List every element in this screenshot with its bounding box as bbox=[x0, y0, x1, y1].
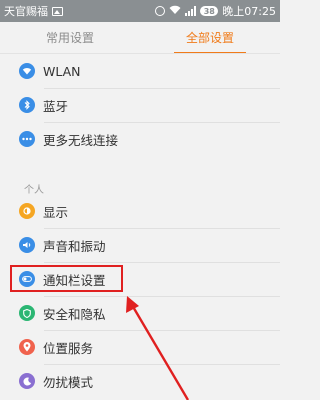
tab-common-settings[interactable]: 常用设置 bbox=[0, 22, 140, 54]
settings-item-bluetooth[interactable]: 蓝牙 bbox=[0, 88, 280, 122]
settings-item-do-not-disturb[interactable]: 勿扰模式 bbox=[0, 364, 280, 398]
settings-item-wlan[interactable]: WLAN bbox=[0, 54, 280, 88]
settings-item-display[interactable]: 显示 bbox=[0, 194, 280, 228]
notification-icon bbox=[19, 271, 35, 287]
settings-item-label: 位置服务 bbox=[43, 340, 94, 356]
carrier-name: 天官赐福 bbox=[4, 5, 48, 18]
moon-icon bbox=[19, 373, 35, 389]
shield-icon bbox=[19, 305, 35, 321]
clock: 晚上07:25 bbox=[222, 5, 276, 18]
settings-item-security[interactable]: 安全和隐私 bbox=[0, 296, 280, 330]
sound-icon bbox=[19, 237, 35, 253]
settings-item-label: 勿扰模式 bbox=[43, 374, 94, 390]
settings-item-sound[interactable]: 声音和振动 bbox=[0, 228, 280, 262]
settings-item-label: 蓝牙 bbox=[43, 98, 69, 114]
settings-item-label: 声音和振动 bbox=[43, 238, 106, 254]
settings-item-more-wireless[interactable]: 更多无线连接 bbox=[0, 122, 280, 156]
settings-item-label: 显示 bbox=[43, 204, 69, 220]
settings-item-label: 更多无线连接 bbox=[43, 132, 119, 148]
signal-icon bbox=[185, 6, 197, 16]
wifi-status-icon bbox=[169, 5, 181, 18]
location-icon bbox=[19, 339, 35, 355]
bluetooth-icon bbox=[19, 97, 35, 113]
battery-icon: 38 bbox=[200, 6, 219, 16]
image-notification-icon bbox=[52, 6, 63, 16]
settings-item-label: WLAN bbox=[43, 63, 81, 79]
alarm-icon bbox=[155, 6, 166, 16]
display-icon bbox=[19, 203, 35, 219]
settings-item-notification-bar[interactable]: 通知栏设置 bbox=[0, 262, 280, 296]
settings-item-location[interactable]: 位置服务 bbox=[0, 330, 280, 364]
tab-all-settings[interactable]: 全部设置 bbox=[140, 22, 280, 54]
wifi-icon bbox=[19, 63, 35, 79]
more-icon bbox=[19, 131, 35, 147]
settings-tabs: 常用设置 全部设置 bbox=[0, 22, 280, 54]
settings-item-label: 安全和隐私 bbox=[43, 306, 106, 322]
settings-item-label: 通知栏设置 bbox=[43, 272, 106, 288]
status-bar: 天官赐福 38 晚上07:25 bbox=[0, 0, 280, 22]
